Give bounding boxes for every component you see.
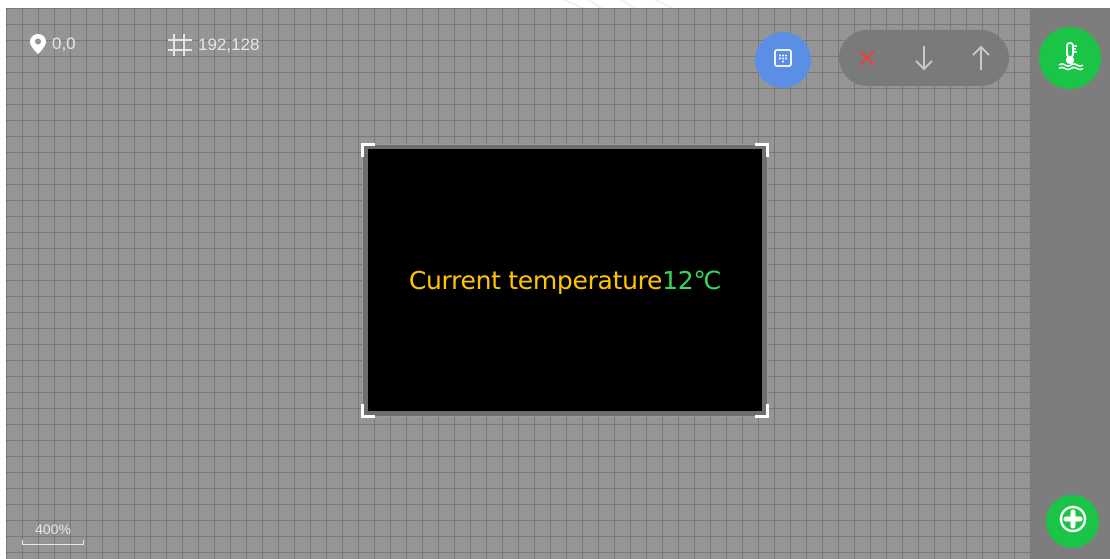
display-value: 12℃ [662,265,722,295]
add-icon [1059,505,1087,538]
add-widget-button[interactable] [1046,495,1099,548]
zoom-indicator[interactable]: 400% [22,521,84,545]
display-widget[interactable]: Current temperature12℃ [361,143,769,418]
zoom-scale-bar [22,540,84,545]
resize-handle-bottom-left[interactable] [361,404,375,418]
side-panel [1031,8,1110,559]
position-value: 0,0 [52,34,76,53]
arrow-down-icon[interactable] [904,38,944,78]
led-display-screen: Current temperature12℃ [368,149,762,411]
size-readout: 192,128 [168,34,259,56]
resize-handle-bottom-right[interactable] [755,404,769,418]
zoom-label: 400% [35,521,71,537]
display-text: Current temperature12℃ [408,265,722,295]
resize-handle-top-left[interactable] [361,143,375,157]
layer-actions [839,30,1009,86]
display-label: Current temperature [408,265,663,295]
position-readout: 0,0 [30,34,76,54]
arrow-up-icon[interactable] [961,38,1001,78]
location-pin-icon [30,34,46,54]
resize-handle-top-right[interactable] [755,143,769,157]
thermometer-icon [1055,41,1085,76]
close-icon[interactable] [847,38,887,78]
size-value: 192,128 [198,35,260,54]
temperature-widget-button[interactable] [1039,27,1101,89]
grid-icon [773,48,793,73]
crop-icon [168,34,192,56]
grid-button[interactable] [755,32,811,88]
editor-stage: 0,0 192,128 Current temperature12℃ 400% [0,0,1110,559]
